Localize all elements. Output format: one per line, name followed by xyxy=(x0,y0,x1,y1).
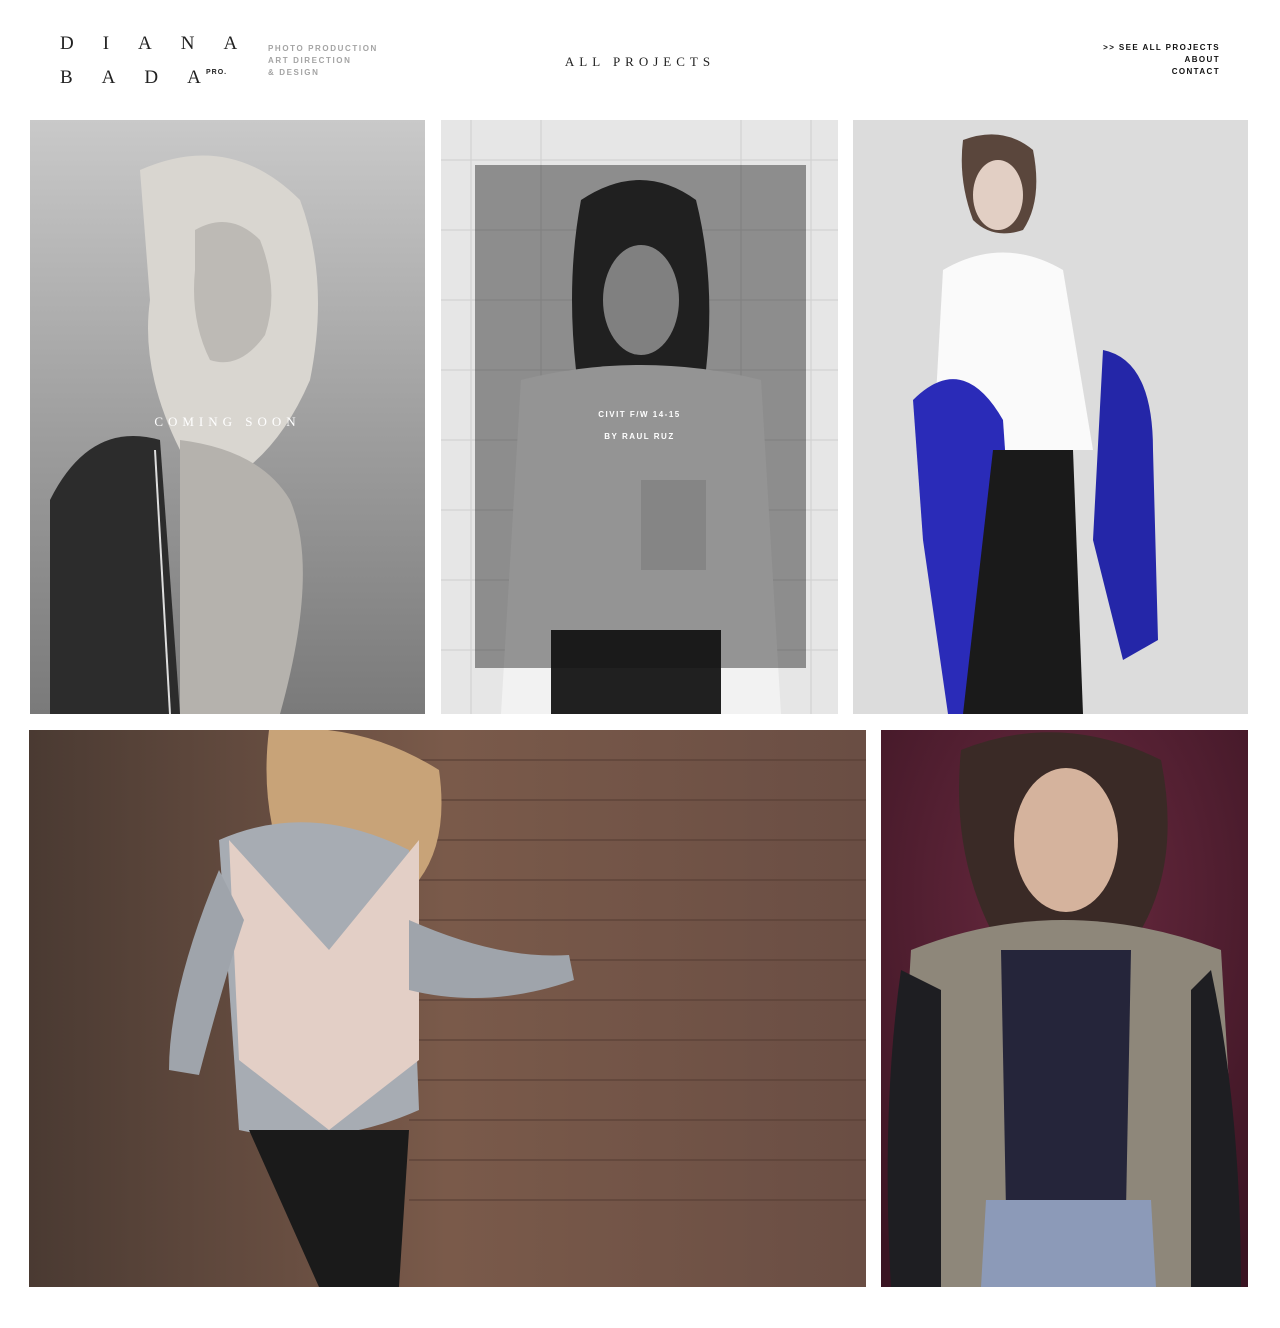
project-tile-4[interactable] xyxy=(29,730,866,1287)
coming-soon-label: COMING SOON xyxy=(154,414,301,429)
logo[interactable]: DIANA BADA PRO. xyxy=(60,34,237,92)
nav-about[interactable]: ABOUT xyxy=(1103,54,1220,66)
project-photo-4 xyxy=(29,730,866,1287)
project-credit: BY RAUL RUZ xyxy=(604,432,675,441)
logo-line-1: DIANA xyxy=(60,33,267,54)
project-tile-2[interactable]: CIVIT F/W 14-15 BY RAUL RUZ xyxy=(441,120,838,714)
logo-suffix: PRO. xyxy=(206,69,228,76)
top-nav: >> SEE ALL PROJECTS ABOUT CONTACT xyxy=(1103,42,1220,78)
tagline-line-2: ART DIRECTION xyxy=(268,56,352,65)
project-photo-5 xyxy=(881,730,1248,1287)
tagline-line-1: PHOTO PRODUCTION xyxy=(268,44,378,53)
project-tile-1[interactable]: COMING SOON xyxy=(30,120,425,714)
tagline-line-3: & DESIGN xyxy=(268,68,320,77)
project-caption: CIVIT F/W 14-15 BY RAUL RUZ xyxy=(441,404,838,448)
project-photo-3 xyxy=(853,120,1248,714)
project-title: CIVIT F/W 14-15 xyxy=(598,410,681,419)
nav-see-all-projects[interactable]: >> SEE ALL PROJECTS xyxy=(1103,42,1220,54)
project-tile-3[interactable] xyxy=(853,120,1248,714)
page-title: ALL PROJECTS xyxy=(564,54,716,69)
nav-contact[interactable]: CONTACT xyxy=(1103,66,1220,78)
logo-line-2: BADA xyxy=(60,67,230,88)
project-tile-5[interactable] xyxy=(881,730,1248,1287)
tagline: PHOTO PRODUCTION ART DIRECTION & DESIGN xyxy=(268,43,378,79)
